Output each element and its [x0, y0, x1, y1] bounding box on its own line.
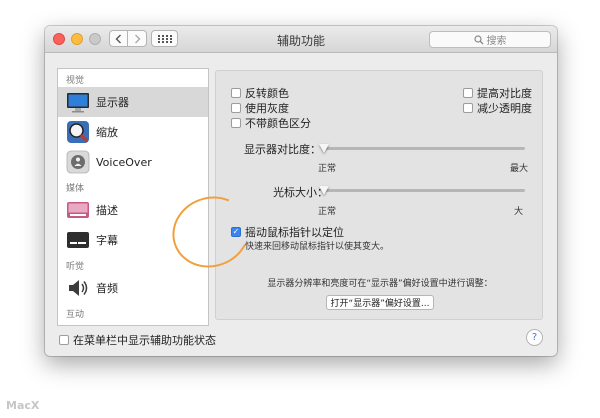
display-icon — [67, 93, 89, 113]
sidebar-item-captions[interactable]: 字幕 — [58, 225, 208, 255]
contrast-label: 显示器对比度： — [244, 143, 321, 156]
sidebar-item-audio[interactable]: 音频 — [58, 273, 208, 303]
checkbox-label: 在菜单栏中显示辅助功能状态 — [73, 334, 216, 347]
shake-to-locate-description: 快速来回移动鼠标指针以使其变大。 — [245, 242, 390, 252]
checkbox-label: 摇动鼠标指针以定位 — [245, 226, 344, 239]
sidebar-item-descriptions[interactable]: 描述 — [58, 195, 208, 225]
search-field[interactable]: 搜索 — [429, 31, 551, 48]
shake-to-locate-checkbox[interactable]: ✓ 摇动鼠标指针以定位 — [231, 224, 344, 240]
section-header-media: 媒体 — [66, 184, 85, 194]
contrast-slider-thumb[interactable] — [319, 144, 329, 153]
zoom-icon — [67, 121, 89, 143]
checkbox-label: 使用灰度 — [245, 102, 289, 115]
help-button[interactable]: ? — [526, 329, 543, 346]
reduce-transparency-checkbox[interactable]: 减少透明度 — [463, 100, 532, 116]
sidebar-item-zoom[interactable]: 缩放 — [58, 117, 208, 147]
sidebar-item-label: 显示器 — [96, 96, 129, 109]
sidebar-item-label: VoiceOver — [96, 155, 152, 169]
checkbox-box[interactable] — [231, 88, 241, 98]
preferences-window: 辅助功能 搜索 视觉 显示器 缩放 VoiceOver 媒体 描述 字幕 听觉 … — [45, 26, 557, 356]
open-display-preferences-button[interactable]: 打开“显示器”偏好设置... — [326, 295, 434, 310]
sidebar-item-label: 音频 — [96, 282, 118, 295]
contrast-max-label: 最大 — [510, 164, 529, 174]
checkbox-label: 不带颜色区分 — [245, 117, 311, 130]
section-header-interaction: 互动 — [66, 310, 85, 320]
checkbox-box[interactable] — [59, 335, 69, 345]
section-header-hearing: 听觉 — [66, 262, 85, 272]
cursor-size-slider-track[interactable] — [322, 189, 525, 192]
sidebar-item-label: 描述 — [96, 204, 118, 217]
voiceover-icon — [66, 150, 90, 174]
sidebar-item-label: 字幕 — [96, 234, 118, 247]
checkbox-box[interactable] — [231, 118, 241, 128]
checkbox-box[interactable]: ✓ — [231, 227, 241, 237]
cursor-size-max-label: 大 — [514, 207, 524, 217]
watermark-logo: MacX — [6, 399, 40, 412]
contrast-min-label: 正常 — [318, 164, 337, 174]
sidebar-item-label: 缩放 — [96, 126, 118, 139]
invert-colors-checkbox[interactable]: 反转颜色 — [231, 85, 289, 101]
increase-contrast-checkbox[interactable]: 提高对比度 — [463, 85, 532, 101]
section-header-vision: 视觉 — [66, 76, 85, 86]
show-status-in-menu-bar-checkbox[interactable]: 在菜单栏中显示辅助功能状态 — [59, 332, 216, 348]
checkbox-label: 反转颜色 — [245, 87, 289, 100]
title-bar: 辅助功能 搜索 — [45, 26, 557, 53]
display-settings-pane: 反转颜色 使用灰度 不带颜色区分 提高对比度 减少透明度 显示器对比度： 正常 … — [215, 70, 543, 320]
contrast-slider-track[interactable] — [322, 147, 525, 150]
captions-icon — [67, 232, 89, 248]
sidebar-item-voiceover[interactable]: VoiceOver — [58, 147, 208, 177]
descriptions-icon — [67, 202, 89, 218]
sidebar[interactable]: 视觉 显示器 缩放 VoiceOver 媒体 描述 字幕 听觉 音频 互动 — [57, 68, 209, 326]
checkbox-label: 减少透明度 — [477, 102, 532, 115]
use-grayscale-checkbox[interactable]: 使用灰度 — [231, 100, 289, 116]
cursor-size-slider-thumb[interactable] — [319, 186, 329, 195]
display-prefs-note: 显示器分辨率和亮度可在“显示器”偏好设置中进行调整： — [267, 279, 493, 289]
search-placeholder: 搜索 — [486, 36, 507, 47]
audio-icon — [69, 280, 88, 296]
checkbox-box[interactable] — [463, 103, 473, 113]
cursor-size-min-label: 正常 — [318, 207, 337, 217]
search-icon — [473, 34, 483, 44]
checkbox-box[interactable] — [463, 88, 473, 98]
sidebar-item-display[interactable]: 显示器 — [58, 87, 208, 117]
checkbox-box[interactable] — [231, 103, 241, 113]
checkbox-label: 提高对比度 — [477, 87, 532, 100]
differentiate-without-color-checkbox[interactable]: 不带颜色区分 — [231, 115, 311, 131]
